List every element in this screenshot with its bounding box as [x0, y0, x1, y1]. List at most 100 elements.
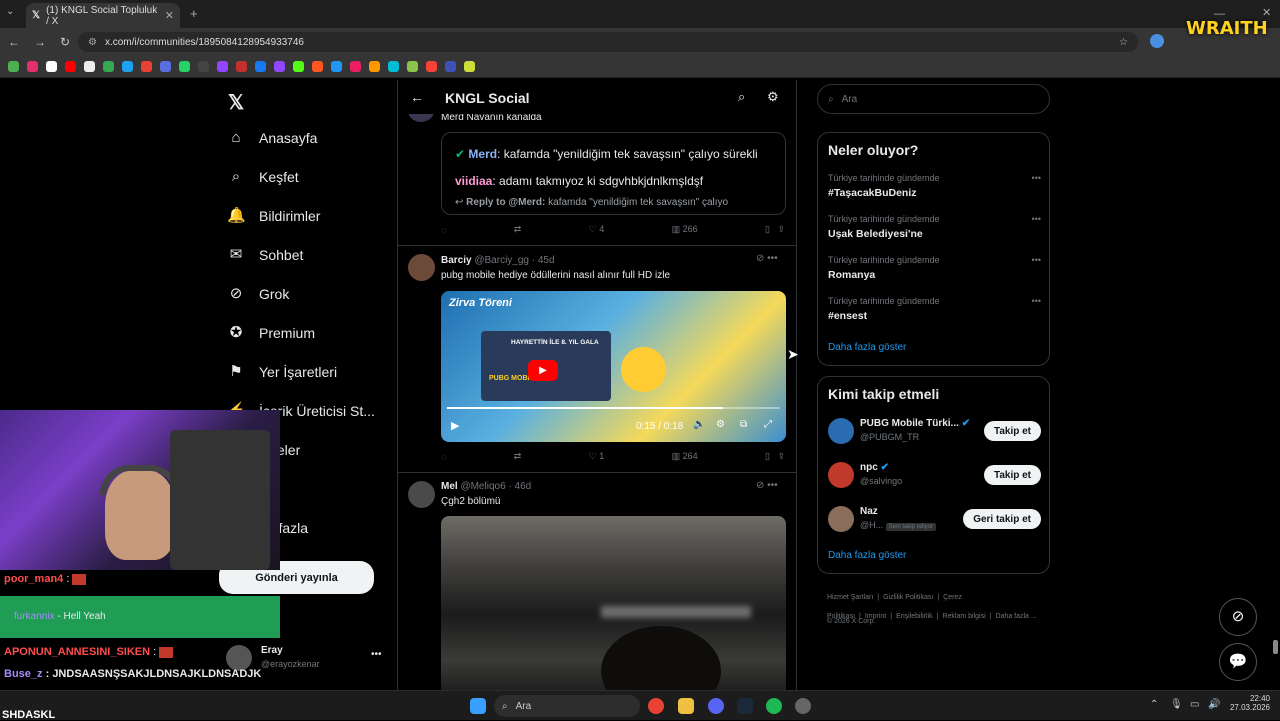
back-icon[interactable]: ←: [8, 35, 20, 49]
more-icon[interactable]: •••: [371, 649, 382, 660]
footer-link[interactable]: Hizmet Şartları: [827, 594, 873, 601]
repost-icon[interactable]: ⇄: [514, 224, 522, 235]
volume-icon[interactable]: 🔈: [693, 419, 705, 430]
bookmark-icon[interactable]: [350, 61, 361, 72]
chrome-icon[interactable]: [648, 698, 664, 714]
taskbar-search[interactable]: ⌕ Ara: [494, 695, 640, 717]
post-media-image[interactable]: [441, 516, 786, 690]
messages-fab-icon[interactable]: 💬: [1219, 643, 1257, 681]
search-icon[interactable]: ⌕: [738, 89, 745, 105]
follow-suggestion[interactable]: npc ✔ @salvingo Takip et: [828, 461, 1041, 505]
network-icon[interactable]: ▭: [1190, 699, 1199, 710]
follow-show-more[interactable]: Daha fazla göster: [828, 550, 906, 561]
quote-card[interactable]: ✔ Merd: kafamda "yenildiğim tek savaşsın…: [441, 132, 786, 215]
bookmark-icon[interactable]: [198, 61, 209, 72]
bookmark-icon[interactable]: [84, 61, 95, 72]
spotify-icon[interactable]: [766, 698, 782, 714]
bookmark-icon[interactable]: [407, 61, 418, 72]
bookmark-icon[interactable]: [388, 61, 399, 72]
bookmark-icon[interactable]: [122, 61, 133, 72]
discord-icon[interactable]: [708, 698, 724, 714]
bookmark-icon[interactable]: ▯ ⇪: [765, 451, 785, 462]
grok-fab-icon[interactable]: ⊘: [1219, 598, 1257, 636]
follow-suggestion[interactable]: Naz @H... Seni takip ediyor Geri takip et: [828, 505, 1041, 549]
trend-item[interactable]: Türkiye tarihinde gündemde Uşak Belediyes…: [828, 214, 1041, 255]
browser-tab[interactable]: 𝕏 (1) KNGL Social Topluluk / X ✕: [26, 3, 180, 28]
bookmark-icon[interactable]: [293, 61, 304, 72]
address-bar[interactable]: ⚙ x.com/i/communities/189508412895493374…: [78, 32, 1138, 52]
clock[interactable]: 22:40 27.03.2026: [1228, 694, 1270, 712]
bookmark-icon[interactable]: [160, 61, 171, 72]
like-button[interactable]: ♡ 1: [589, 451, 605, 462]
footer-link[interactable]: Gizlilik Politikası: [883, 594, 933, 601]
bookmark-icon[interactable]: [426, 61, 437, 72]
follow-button[interactable]: Takip et: [983, 421, 1041, 441]
nav-item[interactable]: ⌂ Anasayfa: [227, 126, 387, 150]
reply-icon[interactable]: ◌: [441, 452, 446, 462]
reply-icon[interactable]: ◌: [441, 225, 446, 235]
progress-track[interactable]: [447, 407, 780, 409]
new-tab-icon[interactable]: +: [190, 6, 198, 21]
site-info-icon[interactable]: ⚙: [88, 37, 97, 48]
play-icon[interactable]: ▶: [451, 419, 459, 432]
youtube-play-icon[interactable]: ▶: [528, 360, 558, 381]
like-button[interactable]: ♡ 4: [589, 224, 605, 235]
trend-item[interactable]: Türkiye tarihinde gündemde #TaşacakBuDeni…: [828, 173, 1041, 214]
more-icon[interactable]: •••: [1032, 214, 1041, 224]
views-counter[interactable]: ▥ 264: [672, 451, 698, 462]
bookmark-icon[interactable]: [369, 61, 380, 72]
nav-item[interactable]: ⚑ Yer İşaretleri: [227, 360, 387, 384]
bookmark-icon[interactable]: [103, 61, 114, 72]
pip-icon[interactable]: ⧉: [740, 419, 747, 430]
follow-button[interactable]: Takip et: [983, 465, 1041, 485]
app-icon[interactable]: [795, 698, 811, 714]
reload-icon[interactable]: ↻: [60, 35, 70, 49]
tray-chevron-icon[interactable]: ⌃: [1150, 699, 1158, 710]
volume-icon[interactable]: 🔊: [1208, 699, 1220, 710]
nav-item[interactable]: ✉ Sohbet: [227, 243, 387, 267]
more-icon[interactable]: •••: [1032, 296, 1041, 306]
bookmark-icon[interactable]: [46, 61, 57, 72]
x-logo-icon[interactable]: 𝕏: [228, 90, 244, 115]
file-explorer-icon[interactable]: [678, 698, 694, 714]
bookmark-icon[interactable]: [445, 61, 456, 72]
bookmark-icon[interactable]: [274, 61, 285, 72]
bookmark-icon[interactable]: ▯ ⇪: [765, 224, 785, 235]
trend-item[interactable]: Türkiye tarihinde gündemde #ensest •••: [828, 296, 1041, 337]
steam-icon[interactable]: [737, 698, 753, 714]
tab-list-icon[interactable]: ⌄: [6, 6, 14, 17]
nav-item[interactable]: ⊘ Grok: [227, 282, 387, 306]
nav-item[interactable]: 🔔 Bildirimler: [227, 204, 387, 228]
bookmark-icon[interactable]: [8, 61, 19, 72]
footer-link[interactable]: Erişilebilirlik: [896, 613, 933, 620]
trend-item[interactable]: Türkiye tarihinde gündemde Romanya •••: [828, 255, 1041, 296]
fullscreen-icon[interactable]: ⤢: [764, 419, 772, 430]
search-input[interactable]: ⌕ Ara: [817, 84, 1050, 114]
start-icon[interactable]: [470, 698, 486, 714]
settings-icon[interactable]: ⚙: [767, 89, 779, 105]
bookmark-icon[interactable]: [464, 61, 475, 72]
views-counter[interactable]: ▥ 266: [672, 224, 698, 235]
microphone-icon[interactable]: 🎙: [1170, 699, 1183, 710]
bookmark-icon[interactable]: [236, 61, 247, 72]
footer-link[interactable]: Daha fazla ...: [995, 613, 1036, 620]
bookmark-icon[interactable]: [141, 61, 152, 72]
bookmark-star-icon[interactable]: ☆: [1119, 37, 1128, 48]
follow-suggestion[interactable]: PUBG Mobile Türki... ✔ @PUBGM_TR Takip et: [828, 417, 1041, 461]
grok-icon[interactable]: ⊘ •••: [756, 253, 778, 264]
nav-item[interactable]: ⌕ Keşfet: [227, 165, 387, 189]
forward-icon[interactable]: →: [34, 35, 46, 49]
profile-extension-icon[interactable]: [1150, 34, 1164, 48]
bookmark-icon[interactable]: [312, 61, 323, 72]
close-tab-icon[interactable]: ✕: [165, 9, 174, 22]
more-icon[interactable]: •••: [1032, 173, 1041, 183]
bookmark-icon[interactable]: [27, 61, 38, 72]
video-player[interactable]: Zirva Töreni HAYRETTİN İLE 8. YIL GALA P…: [441, 291, 786, 442]
scrollbar-thumb[interactable]: [1273, 640, 1278, 654]
bookmark-icon[interactable]: [255, 61, 266, 72]
bookmark-icon[interactable]: [217, 61, 228, 72]
grok-icon[interactable]: ⊘ •••: [756, 480, 778, 491]
footer-link[interactable]: Reklam bilgisi: [942, 613, 985, 620]
nav-item[interactable]: ✪ Premium: [227, 321, 387, 345]
bookmark-icon[interactable]: [179, 61, 190, 72]
